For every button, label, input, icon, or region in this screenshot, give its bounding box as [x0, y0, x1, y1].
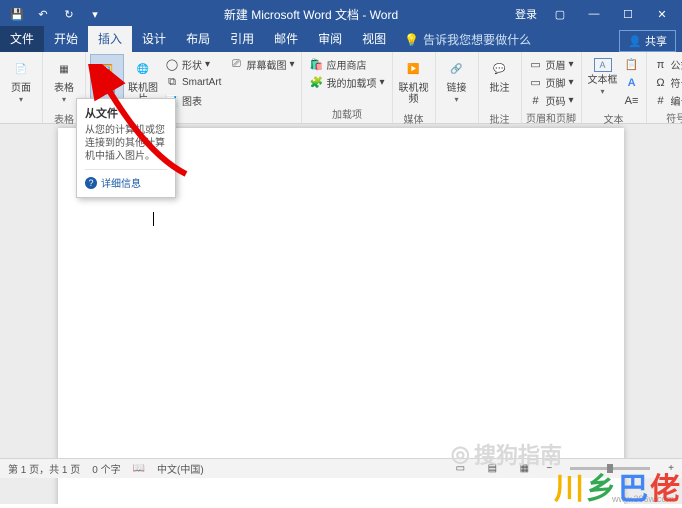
- ribbon-tabs: 文件 开始 插入 设计 布局 引用 邮件 审阅 视图 💡 告诉我您想要做什么 👤…: [0, 28, 682, 52]
- login-button[interactable]: 登录: [510, 3, 542, 25]
- group-text: A 文本框 ▾ 📋 A A≡ 文本: [582, 52, 647, 123]
- smartart-button[interactable]: ⧉SmartArt: [162, 74, 224, 91]
- save-icon[interactable]: 💾: [6, 3, 28, 25]
- help-icon: ?: [85, 177, 97, 189]
- ribbon-options-icon[interactable]: ▢: [544, 3, 576, 25]
- footer-icon: ▭: [529, 76, 543, 90]
- equation-button[interactable]: π公式 ▾: [651, 56, 682, 73]
- equation-icon: π: [654, 58, 668, 72]
- screenshot-button[interactable]: ⎚屏幕截图 ▾: [226, 56, 297, 73]
- picture-tooltip: 从文件 从您的计算机或您连接到的其他计算机中插入图片。 ? 详细信息: [76, 98, 176, 198]
- group-addins: 🛍️应用商店 🧩我的加载项 ▾ 加载项: [302, 52, 392, 123]
- share-icon: 👤: [628, 36, 642, 48]
- group-symbols: π公式 ▾ Ω符号 ▾ #编号 符号: [647, 52, 682, 123]
- tab-view[interactable]: 视图: [352, 26, 396, 52]
- chevron-down-icon: ▾: [289, 59, 294, 70]
- chevron-down-icon: ▾: [601, 87, 605, 96]
- watermark-brand: 川乡巴佬: [554, 464, 682, 508]
- textbox-icon: A: [594, 58, 612, 72]
- addins-icon: 🧩: [309, 76, 323, 90]
- chevron-down-icon: ▾: [205, 59, 210, 70]
- title-bar: 💾 ↶ ↻ ▾ 新建 Microsoft Word 文档 - Word 登录 ▢…: [0, 0, 682, 28]
- chevron-down-icon: ▾: [569, 95, 574, 106]
- shapes-icon: ◯: [165, 58, 179, 72]
- smartart-icon: ⧉: [165, 76, 179, 90]
- redo-icon[interactable]: ↻: [58, 3, 80, 25]
- tab-file[interactable]: 文件: [0, 26, 44, 52]
- share-button[interactable]: 👤 共享: [619, 30, 676, 52]
- proofing-icon[interactable]: 📖: [133, 463, 145, 474]
- tab-layout[interactable]: 布局: [176, 26, 220, 52]
- screenshot-icon: ⎚: [229, 58, 243, 72]
- tab-insert[interactable]: 插入: [88, 26, 132, 52]
- tell-me-label: 告诉我您想要做什么: [423, 31, 531, 48]
- store-button[interactable]: 🛍️应用商店: [306, 56, 387, 73]
- tab-mailings[interactable]: 邮件: [264, 26, 308, 52]
- wordart-button[interactable]: A: [622, 74, 642, 91]
- symbol-button[interactable]: Ω符号 ▾: [651, 74, 682, 91]
- tooltip-title: 从文件: [85, 105, 167, 121]
- header-icon: ▭: [529, 58, 543, 72]
- text-cursor: [153, 212, 154, 226]
- chevron-down-icon: ▾: [379, 77, 384, 88]
- chevron-down-icon: ▾: [19, 95, 23, 104]
- header-button[interactable]: ▭页眉 ▾: [526, 56, 577, 73]
- bulb-icon: 💡: [404, 33, 419, 47]
- status-page[interactable]: 第 1 页，共 1 页: [8, 461, 80, 476]
- chevron-down-icon: ▾: [455, 95, 459, 104]
- tooltip-more-link[interactable]: ? 详细信息: [85, 169, 167, 190]
- status-language[interactable]: 中文(中国): [157, 461, 204, 476]
- minimize-icon[interactable]: —: [578, 3, 610, 25]
- tab-review[interactable]: 审阅: [308, 26, 352, 52]
- group-links: 🔗 链接 ▾: [436, 52, 479, 123]
- text-parts-button[interactable]: 📋: [622, 56, 642, 73]
- video-icon: ▶️: [403, 58, 425, 80]
- online-video-button[interactable]: ▶️ 联机视频: [397, 54, 431, 110]
- group-comments: 💬 批注 批注: [479, 52, 522, 123]
- dropcap-button[interactable]: A≡: [622, 92, 642, 109]
- online-picture-icon: 🌐: [132, 58, 154, 80]
- window-controls: 登录 ▢ — ☐ ✕: [510, 3, 682, 25]
- my-addins-button[interactable]: 🧩我的加载项 ▾: [306, 74, 387, 91]
- symbol-icon: Ω: [654, 76, 668, 90]
- tab-references[interactable]: 引用: [220, 26, 264, 52]
- shapes-button[interactable]: ◯形状 ▾: [162, 56, 224, 73]
- table-icon: ▦: [53, 58, 75, 80]
- tooltip-body: 从您的计算机或您连接到的其他计算机中插入图片。: [85, 124, 167, 163]
- textbox-button[interactable]: A 文本框 ▾: [586, 54, 620, 110]
- picture-icon: 🖼️: [96, 59, 118, 81]
- maximize-icon[interactable]: ☐: [612, 3, 644, 25]
- chevron-down-icon: ▾: [569, 59, 574, 70]
- number-icon: #: [654, 94, 668, 108]
- tab-design[interactable]: 设计: [132, 26, 176, 52]
- undo-icon[interactable]: ↶: [32, 3, 54, 25]
- close-icon[interactable]: ✕: [646, 3, 678, 25]
- share-label: 共享: [645, 36, 667, 48]
- page-number-button[interactable]: #页码 ▾: [526, 92, 577, 109]
- group-pages: 📄 页面 ▾: [0, 52, 43, 123]
- pages-button[interactable]: 📄 页面 ▾: [4, 54, 38, 110]
- tell-me[interactable]: 💡 告诉我您想要做什么: [396, 27, 539, 52]
- footer-button[interactable]: ▭页脚 ▾: [526, 74, 577, 91]
- status-word-count[interactable]: 0 个字: [92, 461, 120, 476]
- group-header-footer: ▭页眉 ▾ ▭页脚 ▾ #页码 ▾ 页眉和页脚: [522, 52, 582, 123]
- page-icon: 📄: [10, 58, 32, 80]
- number-button[interactable]: #编号: [651, 92, 682, 109]
- watermark-guide-logo: ◎ 搜狗指南: [451, 438, 562, 470]
- qat-more-icon[interactable]: ▾: [84, 3, 106, 25]
- store-icon: 🛍️: [309, 58, 323, 72]
- group-media: ▶️ 联机视频 媒体: [393, 52, 436, 123]
- link-icon: 🔗: [446, 58, 468, 80]
- comment-button[interactable]: 💬 批注: [483, 54, 517, 110]
- quick-access-toolbar: 💾 ↶ ↻ ▾: [0, 3, 112, 25]
- sogou-icon: ◎: [451, 441, 470, 467]
- links-button[interactable]: 🔗 链接 ▾: [440, 54, 474, 110]
- comment-icon: 💬: [489, 58, 511, 80]
- chevron-down-icon: ▾: [569, 77, 574, 88]
- tab-home[interactable]: 开始: [44, 26, 88, 52]
- page-number-icon: #: [529, 94, 543, 108]
- window-title: 新建 Microsoft Word 文档 - Word: [112, 6, 510, 23]
- chevron-down-icon: ▾: [62, 95, 66, 104]
